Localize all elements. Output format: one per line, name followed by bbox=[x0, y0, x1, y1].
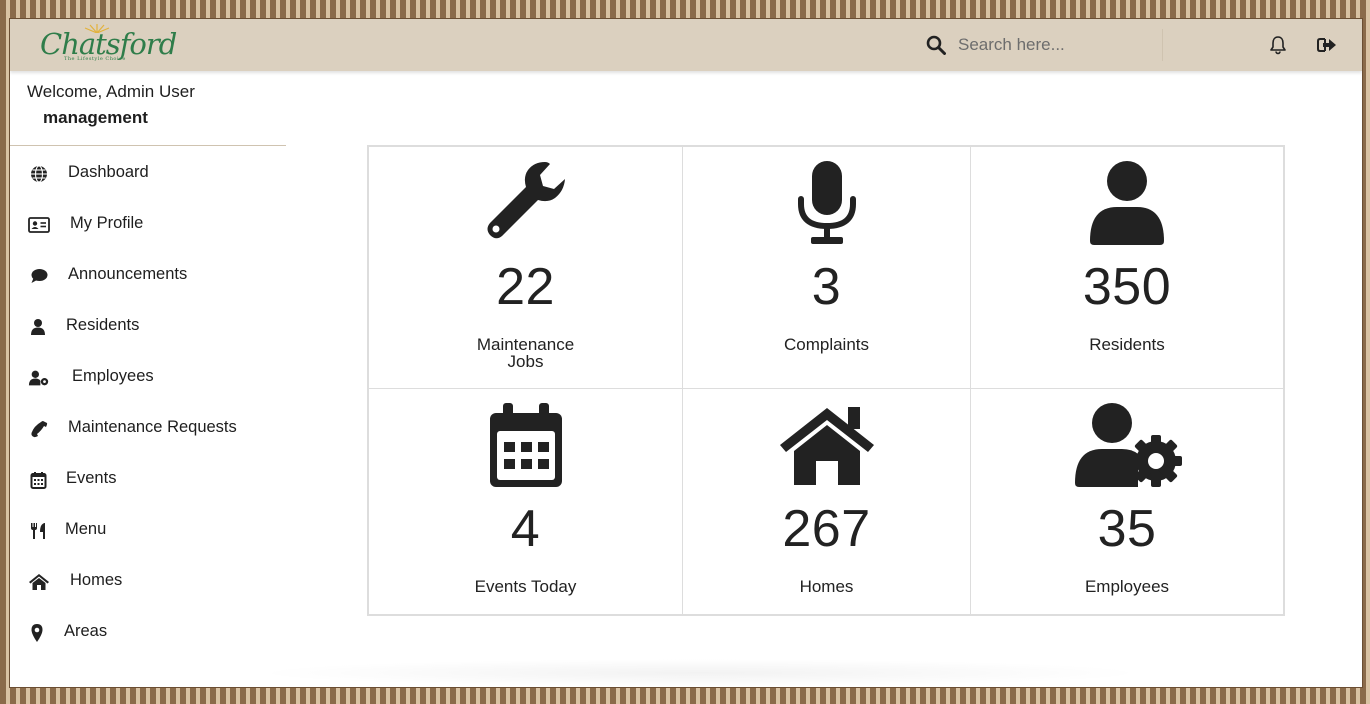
user-role: management bbox=[43, 108, 148, 127]
sidebar-item-dashboard[interactable]: Dashboard bbox=[10, 153, 286, 193]
map-marker-icon bbox=[31, 624, 43, 642]
id-card-icon bbox=[28, 217, 50, 233]
sidebar-item-maintenance-requests[interactable]: Maintenance Requests bbox=[10, 408, 286, 448]
stat-label: Maintenance bbox=[476, 335, 575, 354]
stat-label-line2: Jobs bbox=[507, 352, 544, 371]
sidebar-item-events[interactable]: Events bbox=[10, 459, 286, 499]
stat-value: 350 bbox=[1082, 258, 1172, 316]
stat-label: Events Today bbox=[474, 577, 577, 596]
globe-icon bbox=[31, 165, 47, 183]
sidebar-item-label: My Profile bbox=[70, 214, 144, 232]
stat-value: 267 bbox=[782, 500, 871, 558]
sidebar-divider bbox=[10, 145, 286, 146]
sidebar-item-label: Maintenance Requests bbox=[68, 418, 237, 436]
sidebar-item-label: Menu bbox=[65, 520, 107, 538]
utensils-icon bbox=[31, 523, 45, 539]
stat-value: 22 bbox=[496, 258, 555, 316]
calendar-icon bbox=[30, 472, 47, 489]
footer-shadow bbox=[250, 659, 1150, 687]
brand-logo[interactable]: Chatsford The Lifestyle Choice bbox=[40, 23, 177, 67]
sidebar-item-label: Events bbox=[66, 469, 117, 487]
sidebar-item-areas[interactable]: Areas bbox=[10, 612, 286, 652]
sidebar-item-label: Dashboard bbox=[68, 163, 149, 181]
stat-card-events-today[interactable]: 4 Events Today bbox=[368, 388, 683, 615]
stat-label: Residents bbox=[1089, 335, 1165, 354]
stat-card-complaints[interactable]: 3 Complaints bbox=[682, 146, 971, 389]
stat-value: 35 bbox=[1097, 500, 1157, 558]
sidebar-item-label: Employees bbox=[72, 367, 154, 385]
sidebar-item-my-profile[interactable]: My Profile bbox=[10, 204, 286, 244]
home-icon bbox=[779, 407, 874, 485]
sidebar-item-menu[interactable]: Menu bbox=[10, 510, 286, 550]
search-icon[interactable] bbox=[926, 35, 946, 55]
user-icon bbox=[31, 319, 45, 335]
wrench-icon bbox=[487, 162, 565, 239]
bell-icon[interactable] bbox=[1268, 35, 1288, 55]
sidebar-item-residents[interactable]: Residents bbox=[10, 306, 286, 346]
stat-value: 4 bbox=[510, 500, 541, 558]
sidebar-item-label: Areas bbox=[64, 622, 108, 640]
stat-label: Complaints bbox=[783, 335, 870, 354]
logout-icon[interactable] bbox=[1316, 35, 1338, 55]
home-icon bbox=[29, 574, 49, 590]
stat-card-homes[interactable]: 267 Homes bbox=[682, 388, 971, 615]
stat-value: 3 bbox=[811, 258, 842, 316]
sidebar-item-label: Residents bbox=[66, 316, 140, 334]
calendar-icon bbox=[489, 403, 562, 487]
top-bar: Chatsford The Lifestyle Choice bbox=[10, 19, 1362, 71]
sidebar: Welcome, Admin User management Dashboard bbox=[10, 71, 286, 687]
app-window: Chatsford The Lifestyle Choice Welcome, … bbox=[9, 18, 1363, 688]
user-cog-icon bbox=[1075, 403, 1182, 487]
sidebar-item-homes[interactable]: Homes bbox=[10, 561, 286, 601]
sidebar-item-employees[interactable]: Employees bbox=[10, 357, 286, 397]
welcome-text: Welcome, Admin User bbox=[27, 82, 195, 101]
stat-card-residents[interactable]: 350 Residents bbox=[970, 146, 1284, 389]
microphone-icon bbox=[797, 161, 856, 244]
stat-card-employees[interactable]: 35 Employees bbox=[970, 388, 1284, 615]
brand-tagline: The Lifestyle Choice bbox=[64, 56, 126, 62]
user-cog-icon bbox=[28, 370, 49, 386]
search-input[interactable] bbox=[950, 29, 1163, 61]
sidebar-item-announcements[interactable]: Announcements bbox=[10, 255, 286, 295]
phone-icon bbox=[31, 421, 48, 438]
stat-card-maintenance-jobs[interactable]: 22 Maintenance Jobs bbox=[368, 146, 683, 389]
user-icon bbox=[1090, 161, 1164, 245]
stats-grid: 22 Maintenance Jobs 3 Complaints 350 Res… bbox=[367, 145, 1285, 616]
sidebar-item-label: Announcements bbox=[68, 265, 188, 283]
comment-icon bbox=[31, 269, 48, 283]
stat-label: Employees bbox=[1084, 577, 1170, 596]
sidebar-item-label: Homes bbox=[70, 571, 123, 589]
stat-label: Homes bbox=[799, 577, 854, 596]
